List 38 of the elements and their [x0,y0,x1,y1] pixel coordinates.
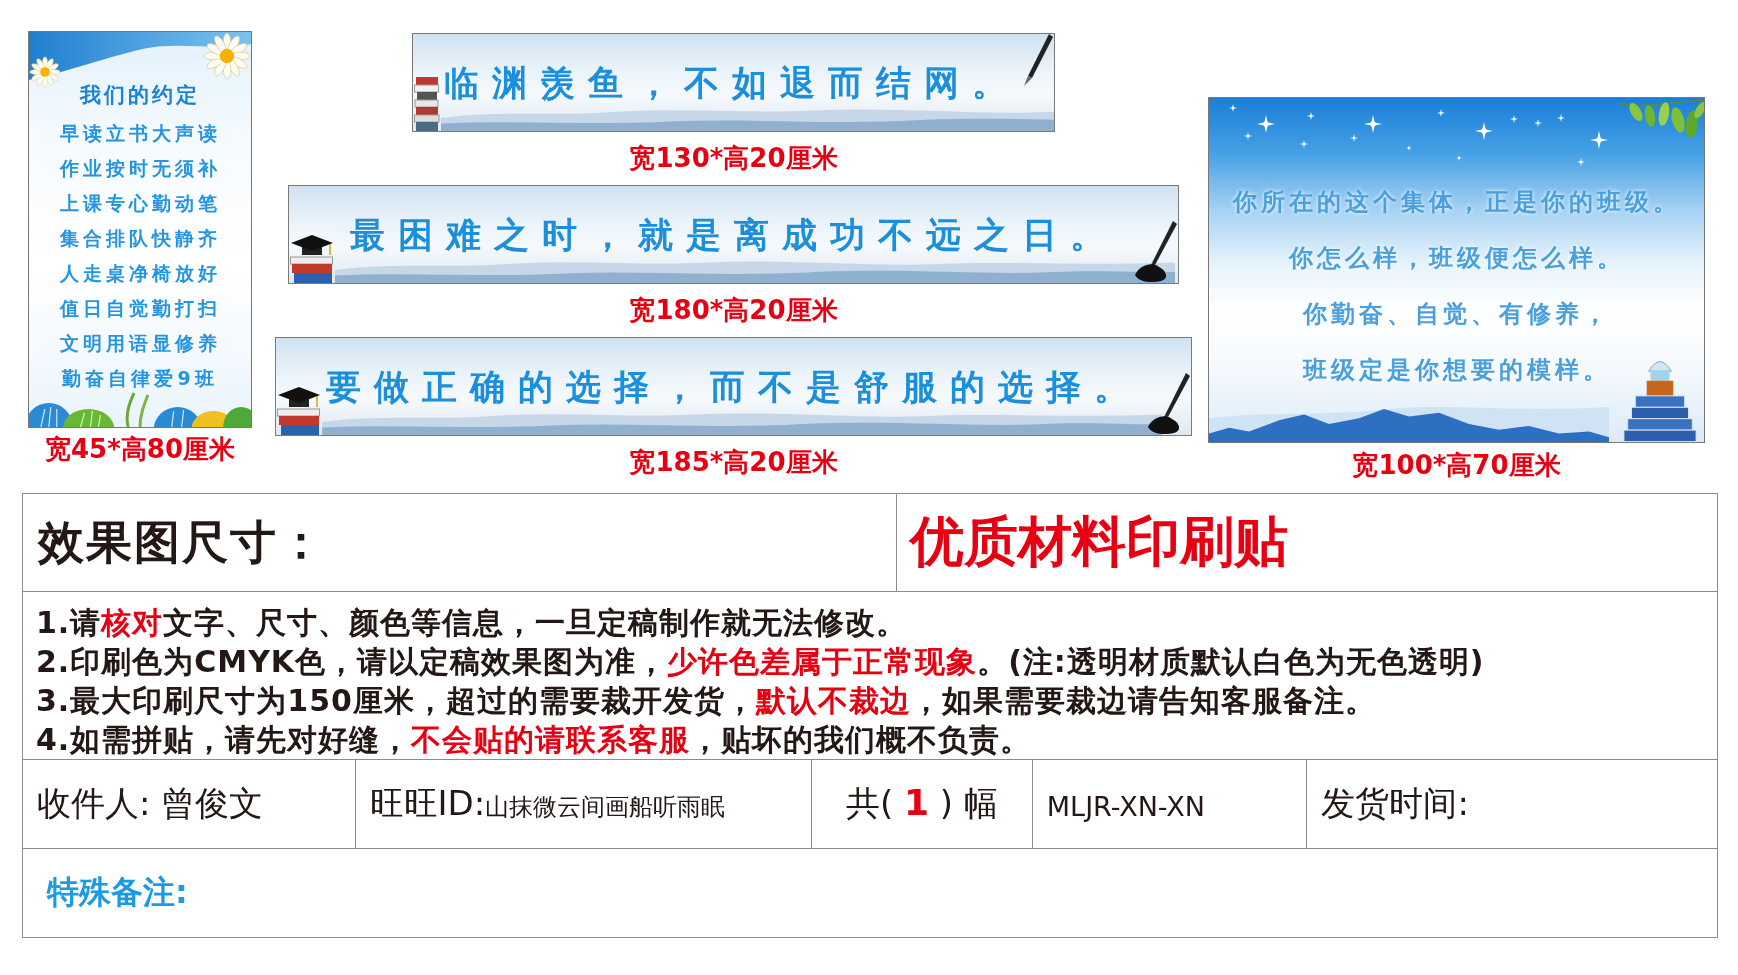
form-heading: 效果图尺寸： [38,513,326,571]
daisy-icon [203,32,251,80]
note-line: 2.印刷色为CMYK色，请以定稿效果图为准，少许色差属于正常现象。(注:透明材质默认白色为无色透明) [36,643,1486,681]
pen-icon [1023,34,1053,86]
poster-line: 你怎么样，班级便怎么样。 [1288,244,1625,272]
form-field-text: 收件人: 曾俊文 [37,782,264,825]
note-line: 1.请核对文字、尺寸、颜色等信息，一旦定稿制作就无法修改。 [36,604,909,642]
poster-line: 集合排队快静齐 [59,226,221,250]
product-title: 优质材料印刷贴 [909,509,1288,575]
banner-text: 要做正确的选择，而不是舒服的选择。 [325,366,1142,407]
note-line: 4.如需拼贴，请先对好缝，不会贴的请联系客服，贴坏的我们概不负责。 [36,721,1033,759]
note-line: 3.最大印刷尺寸为150厘米，超过的需要裁开发货，默认不裁边，如果需要裁边请告知客服备注。 [36,682,1377,720]
poster-line: 勤奋自律爱9班 [62,366,218,390]
poster-line: 值日自觉勤打扫 [59,296,221,320]
poster-title: 我们的约定 [80,82,200,109]
poster-line: 作业按时无须补 [59,156,221,180]
form-field-text: 发货时间: [1321,782,1469,825]
form-field-text: 共( 1 ) 幅 [845,781,998,825]
size-label: 宽180*高20厘米 [629,297,838,323]
banner-text: 最困难之时，就是离成功不远之日。 [349,214,1118,255]
size-label: 宽45*高80厘米 [45,436,235,462]
poster-line: 你勤奋、自觉、有修养， [1302,300,1611,328]
form-field-text: MLJR-XN-XN [1046,790,1205,824]
poster-line: 人走桌净椅放好 [59,261,221,285]
size-label: 宽100*高70厘米 [1352,452,1561,478]
brush-icon [1146,373,1190,435]
poster-line: 你所在的这个集体，正是你的班级。 [1232,188,1681,216]
poster-line: 上课专心勤动笔 [59,191,221,215]
daisy-icon [29,56,61,88]
form-field-text: 旺旺ID:山抹微云间画船听雨眠 [369,782,726,825]
size-label: 宽130*高20厘米 [629,145,838,171]
brush-icon [1133,221,1177,283]
poster-line: 文明用语显修养 [59,331,221,355]
poster-line: 早读立书大声读 [59,121,221,145]
poster-line: 班级定是你想要的模样。 [1302,356,1611,384]
remarks-label: 特殊备注: [47,872,188,913]
banner-text: 临渊羡鱼，不如退而结网。 [443,62,1020,103]
size-label: 宽185*高20厘米 [629,449,838,475]
